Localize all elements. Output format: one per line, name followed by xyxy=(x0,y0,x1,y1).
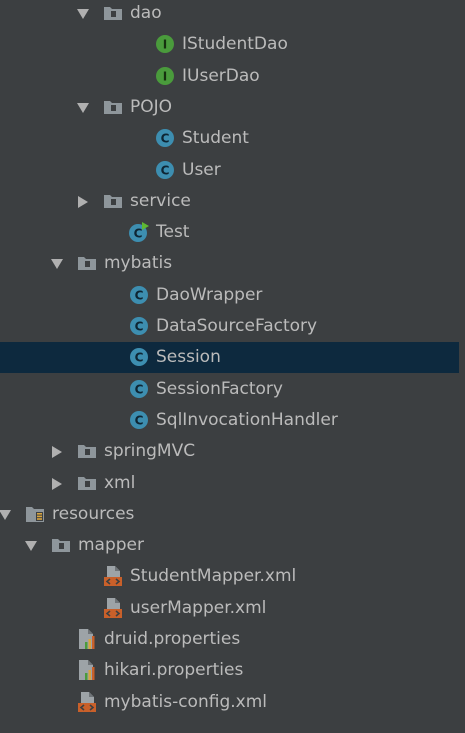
tree-node-label: xml xyxy=(104,472,136,493)
svg-text:C: C xyxy=(161,132,170,146)
tree-node-dao[interactable]: dao xyxy=(0,0,465,29)
tree-node-daowrapper[interactable]: C DaoWrapper xyxy=(0,280,465,311)
tree-node-label: resources xyxy=(52,503,135,524)
tree-node-label: mybatis xyxy=(104,253,173,274)
folder-icon xyxy=(102,190,124,212)
properties-file-icon xyxy=(76,628,98,650)
tree-scroll-edge xyxy=(459,0,465,733)
tree-node-label: springMVC xyxy=(104,441,196,462)
tree-node-label: service xyxy=(130,190,191,211)
tree-node-iuserdao[interactable]: I IUserDao xyxy=(0,61,465,92)
tree-node-datasourcefactory[interactable]: C DataSourceFactory xyxy=(0,311,465,342)
tree-node-studentmapper-xml[interactable]: StudentMapper.xml xyxy=(0,561,465,592)
tree-node-service[interactable]: service xyxy=(0,186,465,217)
folder-icon xyxy=(76,472,98,494)
tree-node-resources[interactable]: resources xyxy=(0,499,465,530)
properties-file-icon xyxy=(76,659,98,681)
class-icon: C xyxy=(128,315,150,337)
class-icon: C xyxy=(128,284,150,306)
folder-icon xyxy=(102,96,124,118)
class-icon: C xyxy=(128,346,150,368)
svg-text:C: C xyxy=(135,320,144,334)
xml-file-icon xyxy=(102,597,124,619)
svg-text:I: I xyxy=(163,69,167,83)
resources-folder-icon xyxy=(24,503,46,525)
chevron-right-icon[interactable] xyxy=(76,195,90,209)
xml-file-icon xyxy=(76,691,98,713)
tree-node-label: POJO xyxy=(130,96,173,117)
tree-node-label: druid.properties xyxy=(104,629,241,649)
tree-node-label: mybatis-config.xml xyxy=(104,691,267,712)
tree-node-user[interactable]: C User xyxy=(0,155,465,186)
folder-icon xyxy=(102,2,124,24)
folder-icon xyxy=(76,252,98,274)
tree-node-label: Test xyxy=(156,222,190,243)
tree-node-mybatis-config-xml[interactable]: mybatis-config.xml xyxy=(0,687,465,718)
tree-node-label: IUserDao xyxy=(182,65,260,86)
tree-node-springmvc[interactable]: springMVC xyxy=(0,436,465,467)
svg-text:C: C xyxy=(135,288,144,302)
xml-file-icon xyxy=(102,565,124,587)
tree-node-label: DaoWrapper xyxy=(156,284,263,305)
chevron-down-icon[interactable] xyxy=(76,101,90,115)
tree-node-label: Session xyxy=(156,347,221,368)
tree-node-label: mapper xyxy=(78,535,145,556)
tree-node-label: User xyxy=(182,159,221,180)
tree-node-pojo[interactable]: POJO xyxy=(0,92,465,123)
tree-node-mapper[interactable]: mapper xyxy=(0,530,465,561)
tree-node-label: StudentMapper.xml xyxy=(130,566,297,587)
interface-icon: I xyxy=(154,65,176,87)
svg-text:C: C xyxy=(161,163,170,177)
class-icon: C xyxy=(154,127,176,149)
chevron-down-icon[interactable] xyxy=(50,257,64,271)
tree-node-usermapper-xml[interactable]: userMapper.xml xyxy=(0,593,465,624)
tree-node-label: userMapper.xml xyxy=(130,597,267,618)
folder-icon xyxy=(76,440,98,462)
tree-node-label: DataSourceFactory xyxy=(156,316,318,336)
chevron-right-icon[interactable] xyxy=(50,477,64,491)
tree-node-label: IStudentDao xyxy=(182,34,288,55)
svg-text:I: I xyxy=(163,38,167,52)
tree-node-mybatis[interactable]: mybatis xyxy=(0,248,465,279)
svg-text:C: C xyxy=(135,382,144,396)
tree-node-hikari-properties[interactable]: hikari.properties xyxy=(0,655,465,686)
chevron-right-icon[interactable] xyxy=(50,445,64,459)
class-icon: C xyxy=(128,409,150,431)
tree-node-label: SqlInvocationHandler xyxy=(156,409,338,430)
tree-node-istudentdao[interactable]: I IStudentDao xyxy=(0,29,465,60)
tree-node-druid-properties[interactable]: druid.properties xyxy=(0,624,465,655)
tree-node-label: hikari.properties xyxy=(104,660,244,681)
tree-node-student[interactable]: C Student xyxy=(0,123,465,154)
tree-node-test[interactable]: C Test xyxy=(0,217,465,248)
tree-node-label: SessionFactory xyxy=(156,378,283,399)
tree-node-xml[interactable]: xml xyxy=(0,468,465,499)
svg-text:C: C xyxy=(134,227,143,241)
chevron-down-icon[interactable] xyxy=(24,539,38,553)
tree-node-session[interactable]: C Session xyxy=(0,342,465,374)
chevron-down-icon[interactable] xyxy=(0,508,12,522)
runnable-class-icon: C xyxy=(128,221,150,243)
class-icon: C xyxy=(128,378,150,400)
class-icon: C xyxy=(154,159,176,181)
chevron-down-icon[interactable] xyxy=(76,7,90,21)
tree-node-sqlinvocationhandler[interactable]: C SqlInvocationHandler xyxy=(0,405,465,436)
tree-node-label: Student xyxy=(182,128,249,149)
svg-text:C: C xyxy=(135,413,144,427)
tree-node-label: dao xyxy=(130,3,162,23)
folder-icon xyxy=(50,534,72,556)
interface-icon: I xyxy=(154,33,176,55)
svg-text:C: C xyxy=(135,351,144,365)
tree-node-sessionfactory[interactable]: C SessionFactory xyxy=(0,374,465,405)
